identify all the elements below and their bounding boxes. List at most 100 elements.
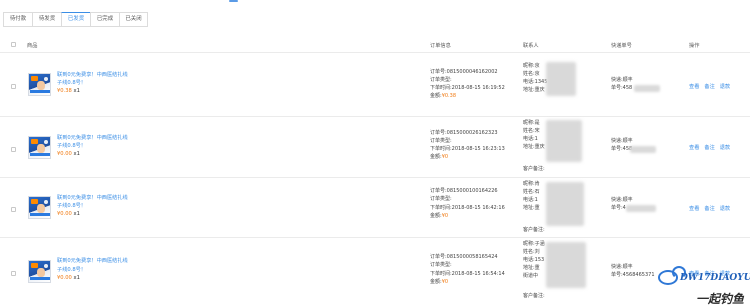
product-title[interactable]: 联到0元免费享！中西医结扎线	[57, 257, 128, 265]
price-quantity: x1	[73, 275, 80, 281]
price-quantity: x1	[73, 211, 80, 217]
top-strip	[0, 0, 750, 3]
courier-name: 快递:顺丰	[611, 138, 633, 144]
table-row: 联到0元免费享！中西医结扎线 子线0.8号！ ¥0.00 x1 订单号:0815…	[0, 238, 750, 308]
tracking-number: 单号:458	[611, 85, 633, 91]
header-shipping-no: 快递单号	[611, 43, 632, 49]
courier-name: 快递:顺丰	[611, 77, 633, 83]
contact-note: 客户备注:	[523, 293, 545, 299]
price-amount: ¥0.38	[57, 88, 72, 94]
row-checkbox[interactable]	[11, 147, 16, 152]
view-link[interactable]: 查看	[689, 83, 699, 90]
contact-nickname: 昵称:肯	[523, 181, 540, 187]
redacted-tracking	[630, 146, 656, 153]
row-actions: 查看 备注 退款	[689, 83, 730, 90]
product-thumbnail[interactable]	[28, 196, 51, 219]
contact-note: 客户备注:	[523, 227, 545, 233]
contact-address: 地址:重	[523, 265, 540, 271]
order-total: 金额:¥0	[430, 154, 448, 162]
contact-nickname: 昵称:是	[523, 120, 540, 126]
price-amount: ¥0.00	[57, 151, 72, 157]
product-title[interactable]: 联到0元免费享！中西医结扎线	[57, 134, 128, 142]
total-amount: ¥0	[441, 279, 449, 285]
view-link[interactable]: 查看	[689, 205, 699, 212]
contact-name: 姓名:京	[523, 71, 540, 77]
table-row: 联到0元免费享！中西医结扎线 子线0.8号！ ¥0.00 x1 订单号:0815…	[0, 117, 750, 178]
select-all-checkbox[interactable]	[11, 42, 16, 47]
tracking-number: 单号:4	[611, 205, 626, 211]
tab-pending-shipment[interactable]: 待发货	[32, 12, 61, 27]
price-amount: ¥0.00	[57, 275, 72, 281]
tab-shipped[interactable]: 已发货	[61, 12, 90, 27]
product-price: ¥0.38 x1	[57, 87, 80, 95]
order-total: 金额:¥0	[430, 213, 448, 221]
order-time: 下单时间:2018-08-15 16:54:14	[430, 271, 505, 277]
order-number: 订单号:0815000100164226	[430, 188, 498, 194]
redacted-contact	[546, 242, 586, 288]
product-thumbnail[interactable]	[28, 73, 51, 96]
table-row: 联到0元免费享！中西医结扎线 子线0.8号！ ¥0.00 x1 订单号:0815…	[0, 178, 750, 238]
contact-name: 姓名:石	[523, 189, 540, 195]
total-amount: ¥0.38	[441, 93, 457, 99]
courier-name: 快递:顺丰	[611, 197, 633, 203]
product-price: ¥0.00 x1	[57, 150, 80, 158]
order-number: 订单号:0815000026162323	[430, 130, 498, 136]
contact-phone: 电话:1345	[523, 79, 548, 85]
watermark-logo: DW17DIAOYU 一起钓鱼	[646, 266, 750, 308]
contact-address: 地址:重庆	[523, 87, 545, 93]
order-total: 金额:¥0	[430, 279, 448, 287]
remark-link[interactable]: 备注	[704, 83, 714, 90]
total-label: 金额:	[430, 154, 442, 160]
header-product: 商品	[27, 43, 38, 49]
product-price: ¥0.00 x1	[57, 210, 80, 218]
order-time: 下单时间:2018-08-15 16:19:52	[430, 85, 505, 91]
watermark-brand: DW17DIAOYU	[680, 273, 750, 283]
order-time: 下单时间:2018-08-15 16:42:16	[430, 205, 505, 211]
product-thumbnail[interactable]	[28, 136, 51, 159]
courier-name: 快递:顺丰	[611, 264, 633, 270]
view-link[interactable]: 查看	[689, 144, 699, 151]
order-type: 订单类型:	[430, 77, 452, 83]
search-button-edge[interactable]	[229, 0, 238, 2]
redacted-tracking	[626, 205, 656, 212]
product-subtitle[interactable]: 子线0.8号！	[57, 79, 86, 87]
product-subtitle[interactable]: 子线0.8号！	[57, 202, 86, 210]
contact-address: 地址:重庆	[523, 144, 545, 150]
order-number: 订单号:0815000058165424	[430, 254, 498, 260]
total-amount: ¥0	[441, 213, 449, 219]
row-checkbox[interactable]	[11, 271, 16, 276]
table-header: 商品 订单信息 联系人 快递单号 操作	[0, 37, 750, 53]
table-row: 联到0元免费享！中西医结扎线 子线0.8号！ ¥0.38 x1 订单号:0815…	[0, 54, 750, 117]
product-title[interactable]: 联到0元免费享！中西医结扎线	[57, 194, 128, 202]
contact-phone: 电话:1	[523, 197, 538, 203]
product-thumbnail[interactable]	[28, 260, 51, 283]
product-subtitle[interactable]: 子线0.8号！	[57, 266, 86, 274]
contact-nickname: 昵称:子涵	[523, 241, 545, 247]
contact-name: 姓名:宋	[523, 128, 540, 134]
product-price: ¥0.00 x1	[57, 274, 80, 282]
total-label: 金额:	[430, 279, 442, 285]
header-contact: 联系人	[523, 43, 539, 49]
refund-link[interactable]: 退款	[720, 83, 730, 90]
contact-phone: 电话:153	[523, 257, 545, 263]
contact-district: 街道中	[523, 273, 539, 279]
product-subtitle[interactable]: 子线0.8号！	[57, 142, 86, 150]
watermark-tagline: 一起钓鱼	[696, 292, 745, 306]
row-actions: 查看 备注 退款	[689, 144, 730, 151]
product-title[interactable]: 联到0元免费享！中西医结扎线	[57, 71, 128, 79]
tab-closed[interactable]: 已关闭	[119, 12, 148, 27]
tab-pending-payment[interactable]: 待付款	[3, 12, 32, 27]
header-order-info: 订单信息	[430, 43, 451, 49]
tab-completed[interactable]: 已完成	[90, 12, 119, 27]
price-quantity: x1	[73, 88, 80, 94]
remark-link[interactable]: 备注	[704, 144, 714, 151]
row-checkbox[interactable]	[11, 84, 16, 89]
price-quantity: x1	[73, 151, 80, 157]
contact-address: 地址:重	[523, 205, 540, 211]
remark-link[interactable]: 备注	[704, 205, 714, 212]
refund-link[interactable]: 退款	[720, 205, 730, 212]
row-checkbox[interactable]	[11, 207, 16, 212]
order-type: 订单类型:	[430, 196, 452, 202]
refund-link[interactable]: 退款	[720, 144, 730, 151]
order-type: 订单类型:	[430, 262, 452, 268]
